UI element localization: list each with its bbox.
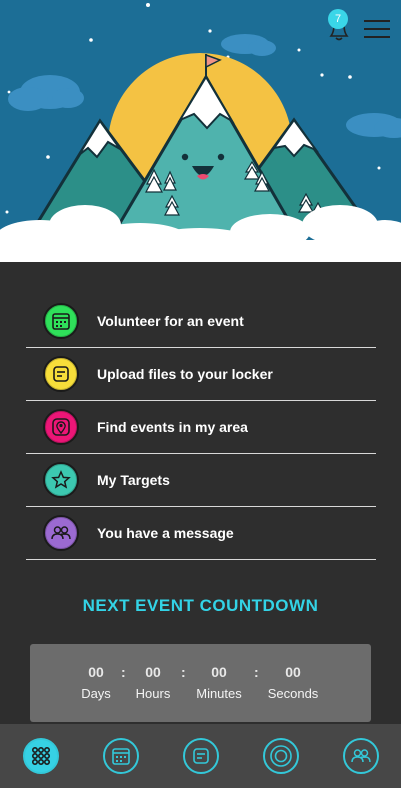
countdown-separator: : xyxy=(254,664,259,680)
people-icon xyxy=(351,749,371,763)
countdown-minutes: 00 Minutes xyxy=(189,664,249,701)
menu-item-targets[interactable]: My Targets xyxy=(26,454,376,507)
star-icon xyxy=(43,462,79,498)
people-icon xyxy=(43,515,79,551)
action-menu: Volunteer for an event Upload files to y… xyxy=(26,295,376,560)
locker-icon xyxy=(193,748,209,764)
countdown-seconds: 00 Seconds xyxy=(263,664,323,701)
tab-calendar[interactable] xyxy=(103,738,139,774)
countdown-hours-value: 00 xyxy=(145,664,161,680)
countdown-days: 00 Days xyxy=(66,664,126,701)
tab-home[interactable] xyxy=(23,738,59,774)
locker-icon xyxy=(43,356,79,392)
bottom-tab-bar xyxy=(0,724,401,788)
menu-item-label: You have a message xyxy=(97,525,234,541)
tab-targets[interactable] xyxy=(263,738,299,774)
countdown-title: NEXT EVENT COUNTDOWN xyxy=(82,596,319,615)
countdown-minutes-value: 00 xyxy=(211,664,227,680)
countdown-days-label: Days xyxy=(81,686,111,701)
menu-item-label: Volunteer for an event xyxy=(97,313,244,329)
hamburger-menu-icon[interactable] xyxy=(364,20,390,40)
menu-item-message[interactable]: You have a message xyxy=(26,507,376,560)
notification-badge: 7 xyxy=(328,9,348,29)
countdown-days-value: 00 xyxy=(88,664,104,680)
tab-messages[interactable] xyxy=(343,738,379,774)
menu-item-label: Upload files to your locker xyxy=(97,366,273,382)
menu-item-find-events[interactable]: Find events in my area xyxy=(26,401,376,454)
countdown-hours-label: Hours xyxy=(135,686,171,701)
menu-item-label: Find events in my area xyxy=(97,419,248,435)
menu-item-upload[interactable]: Upload files to your locker xyxy=(26,348,376,401)
countdown-seconds-label: Seconds xyxy=(267,686,319,701)
calendar-icon xyxy=(43,303,79,339)
countdown-hours: 00 Hours xyxy=(123,664,183,701)
countdown-minutes-label: Minutes xyxy=(196,686,242,701)
countdown-panel: 00 Days : 00 Hours : 00 Minutes : 00 Sec… xyxy=(30,644,371,722)
menu-item-label: My Targets xyxy=(97,472,170,488)
map-pin-icon xyxy=(43,409,79,445)
target-icon xyxy=(270,745,292,767)
calendar-icon xyxy=(112,748,130,765)
grid-icon xyxy=(31,746,51,766)
tab-locker[interactable] xyxy=(183,738,219,774)
countdown-seconds-value: 00 xyxy=(285,664,301,680)
countdown-separator: : xyxy=(181,664,186,680)
hero-illustration: 7 xyxy=(0,0,401,262)
menu-item-volunteer[interactable]: Volunteer for an event xyxy=(26,295,376,348)
